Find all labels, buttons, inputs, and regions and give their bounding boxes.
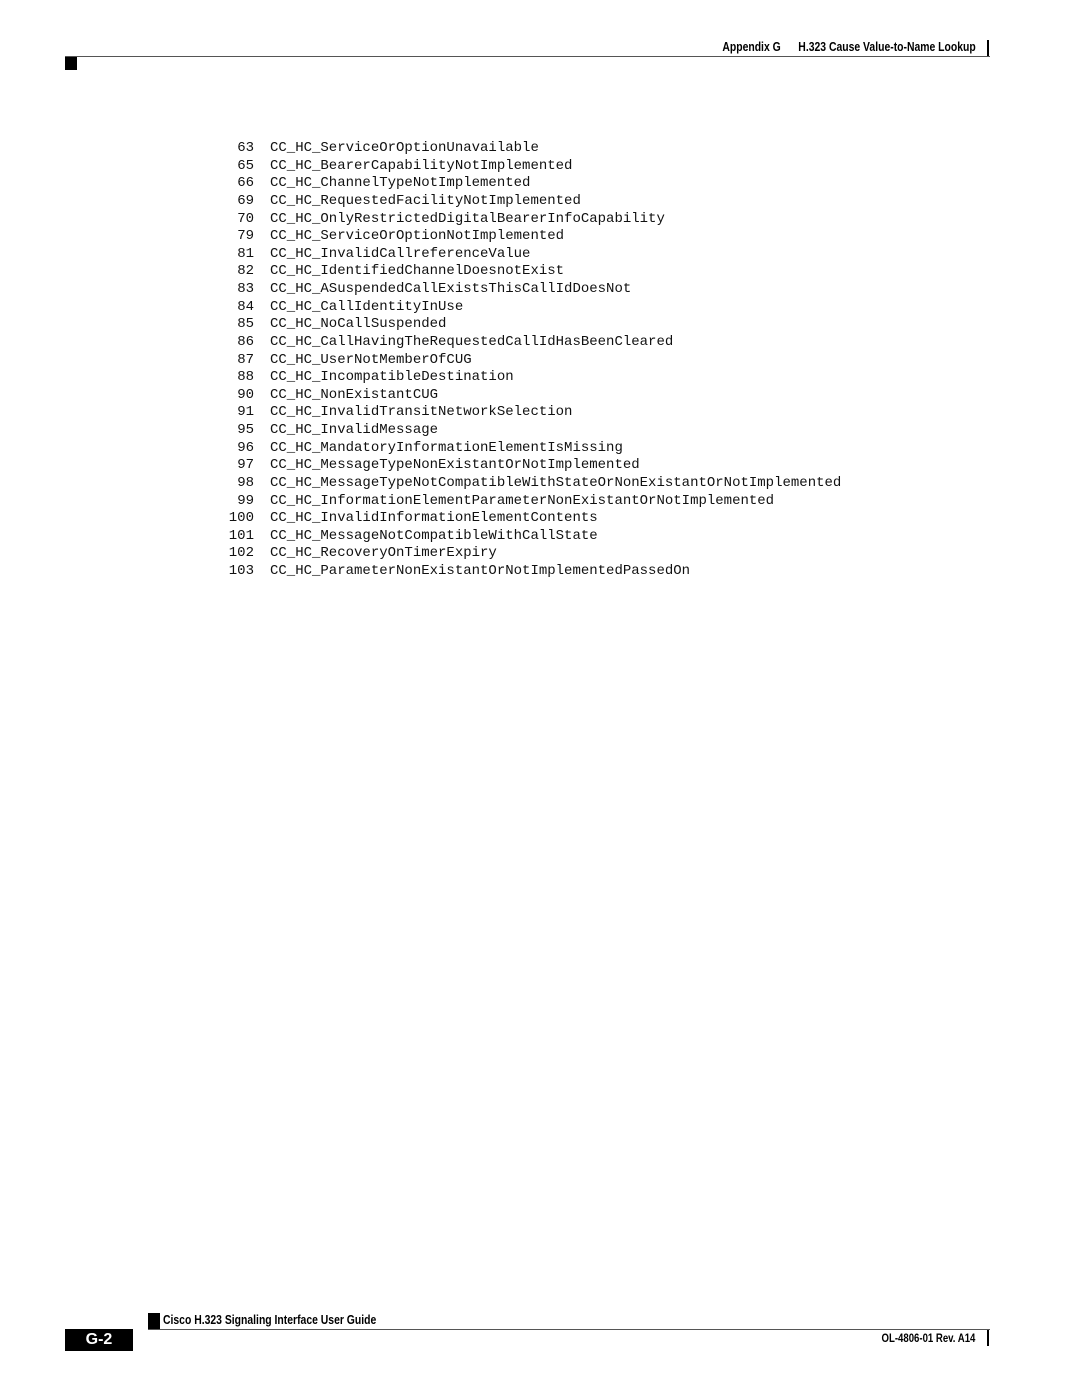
cause-value: 99: [237, 492, 254, 509]
list-item: 103 CC_HC_ParameterNonExistantOrNotImplem…: [222, 563, 841, 581]
appendix-label: Appendix G: [722, 39, 781, 54]
cause-value: 91: [237, 404, 254, 421]
list-item: 79 CC_HC_ServiceOrOptionNotImplemented: [222, 228, 841, 246]
footer-rule: [148, 1329, 990, 1330]
cause-name: CC_HC_NonExistantCUG: [270, 386, 439, 403]
cause-name: CC_HC_ParameterNonExistantOrNotImplement…: [270, 563, 691, 579]
cause-value: 69: [237, 192, 254, 209]
list-item: 99 CC_HC_InformationElementParameterNonEx…: [222, 493, 841, 511]
cause-value: 79: [237, 228, 254, 245]
list-item: 82 CC_HC_IdentifiedChannelDoesnotExist: [222, 263, 841, 281]
cause-name: CC_HC_RequestedFacilityNotImplemented: [270, 192, 581, 209]
cause-name: CC_HC_ServiceOrOptionUnavailable: [270, 140, 539, 156]
cause-value-list: 63 CC_HC_ServiceOrOptionUnavailable 65 CC_H…: [222, 140, 842, 581]
cause-name: CC_HC_MessageNotCompatibleWithCallState: [270, 527, 598, 544]
list-item: 102 CC_HC_RecoveryOnTimerExpiry: [222, 545, 841, 563]
list-item: 66 CC_HC_ChannelTypeNotImplemented: [222, 175, 841, 193]
list-item: 101 CC_HC_MessageNotCompatibleWithCallSta…: [222, 528, 841, 546]
cause-name: CC_HC_ServiceOrOptionNotImplemented: [270, 228, 565, 245]
list-item: 100 CC_HC_InvalidInformationElementConten…: [222, 510, 841, 528]
cause-name: CC_HC_BearerCapabilityNotImplemented: [270, 157, 573, 174]
cause-value: 85: [237, 316, 254, 333]
header-rule: [65, 56, 990, 57]
list-item: 87 CC_HC_UserNotMemberOfCUG: [222, 352, 841, 370]
cause-value: 83: [237, 281, 254, 297]
cause-value: 90: [237, 386, 254, 403]
list-item: 85 CC_HC_NoCallSuspended: [222, 316, 841, 334]
running-header: Appendix G H.323 Cause Value-to-Name Look…: [723, 39, 976, 54]
chapter-title: H.323 Cause Value-to-Name Lookup: [798, 39, 976, 54]
list-item: 96 CC_HC_MandatoryInformationElementIsMis…: [222, 440, 841, 458]
cause-name: CC_HC_InformationElementParameterNonExis…: [270, 492, 775, 509]
list-item: 95 CC_HC_InvalidMessage: [222, 422, 841, 440]
cause-value: 70: [237, 210, 254, 227]
cause-name: CC_HC_MessageTypeNonExistantOrNotImpleme…: [270, 457, 640, 474]
cause-value: 84: [237, 298, 254, 315]
cause-name: CC_HC_CallHavingTheRequestedCallIdHasBee…: [270, 333, 674, 350]
list-item: 88 CC_HC_IncompatibleDestination: [222, 369, 841, 387]
cause-name: CC_HC_ChannelTypeNotImplemented: [270, 175, 531, 192]
list-item: 83 CC_HC_ASuspendedCallExistsThisCallIdDo…: [222, 281, 841, 299]
list-item: 84 CC_HC_CallIdentityInUse: [222, 299, 841, 317]
header-bar: [987, 40, 989, 57]
cause-value: 66: [237, 175, 254, 192]
list-item: 90 CC_HC_NonExistantCUG: [222, 387, 841, 405]
cause-value: 82: [237, 263, 254, 280]
cause-name: CC_HC_UserNotMemberOfCUG: [270, 351, 472, 368]
document-id: OL-4806-01 Rev. A14: [881, 1331, 975, 1345]
footer-marker: [148, 1313, 160, 1329]
cause-value: 98: [237, 474, 254, 491]
list-item: 69 CC_HC_RequestedFacilityNotImplemented: [222, 193, 841, 211]
cause-value: 102: [228, 545, 254, 562]
cause-name: CC_HC_InvalidTransitNetworkSelection: [270, 404, 573, 421]
list-item: 81 CC_HC_InvalidCallreferenceValue: [222, 246, 841, 264]
cause-name: CC_HC_InvalidCallreferenceValue: [270, 245, 531, 262]
cause-value: 63: [237, 140, 254, 156]
list-item: 70 CC_HC_OnlyRestrictedDigitalBearerInfoC…: [222, 211, 841, 229]
page-number: G-2: [65, 1329, 133, 1351]
cause-name: CC_HC_ASuspendedCallExistsThisCallIdDoes…: [270, 281, 632, 297]
cause-name: CC_HC_IncompatibleDestination: [270, 369, 514, 386]
list-item: 98 CC_HC_MessageTypeNotCompatibleWithStat…: [222, 475, 841, 493]
cause-value: 103: [228, 563, 254, 579]
cause-name: CC_HC_InvalidMessage: [270, 422, 439, 438]
cause-value: 95: [237, 422, 254, 438]
cause-name: CC_HC_NoCallSuspended: [270, 316, 447, 333]
cause-name: CC_HC_RecoveryOnTimerExpiry: [270, 545, 497, 562]
header-marker: [65, 57, 77, 70]
cause-name: CC_HC_CallIdentityInUse: [270, 298, 464, 315]
cause-name: CC_HC_InvalidInformationElementContents: [270, 510, 598, 527]
list-item: 91 CC_HC_InvalidTransitNetworkSelection: [222, 404, 841, 422]
guide-title: Cisco H.323 Signaling Interface User Gui…: [163, 1312, 377, 1327]
cause-name: CC_HC_OnlyRestrictedDigitalBearerInfoCap…: [270, 210, 665, 227]
list-item: 63 CC_HC_ServiceOrOptionUnavailable: [222, 140, 841, 158]
cause-name: CC_HC_MandatoryInformationElementIsMissi…: [270, 439, 623, 456]
cause-value: 96: [237, 439, 254, 456]
cause-value: 97: [237, 457, 254, 474]
footer-bar: [987, 1330, 989, 1346]
cause-value: 86: [237, 333, 254, 350]
list-item: 97 CC_HC_MessageTypeNonExistantOrNotImple…: [222, 457, 841, 475]
cause-value: 88: [237, 369, 254, 386]
cause-name: CC_HC_IdentifiedChannelDoesnotExist: [270, 263, 565, 280]
cause-value: 65: [237, 157, 254, 174]
cause-value: 101: [228, 527, 254, 544]
cause-value: 87: [237, 351, 254, 368]
list-item: 86 CC_HC_CallHavingTheRequestedCallIdHasB…: [222, 334, 841, 352]
cause-value: 100: [228, 510, 254, 527]
cause-value: 81: [237, 245, 254, 262]
list-item: 65 CC_HC_BearerCapabilityNotImplemented: [222, 158, 841, 176]
cause-name: CC_HC_MessageTypeNotCompatibleWithStateO…: [270, 474, 842, 491]
